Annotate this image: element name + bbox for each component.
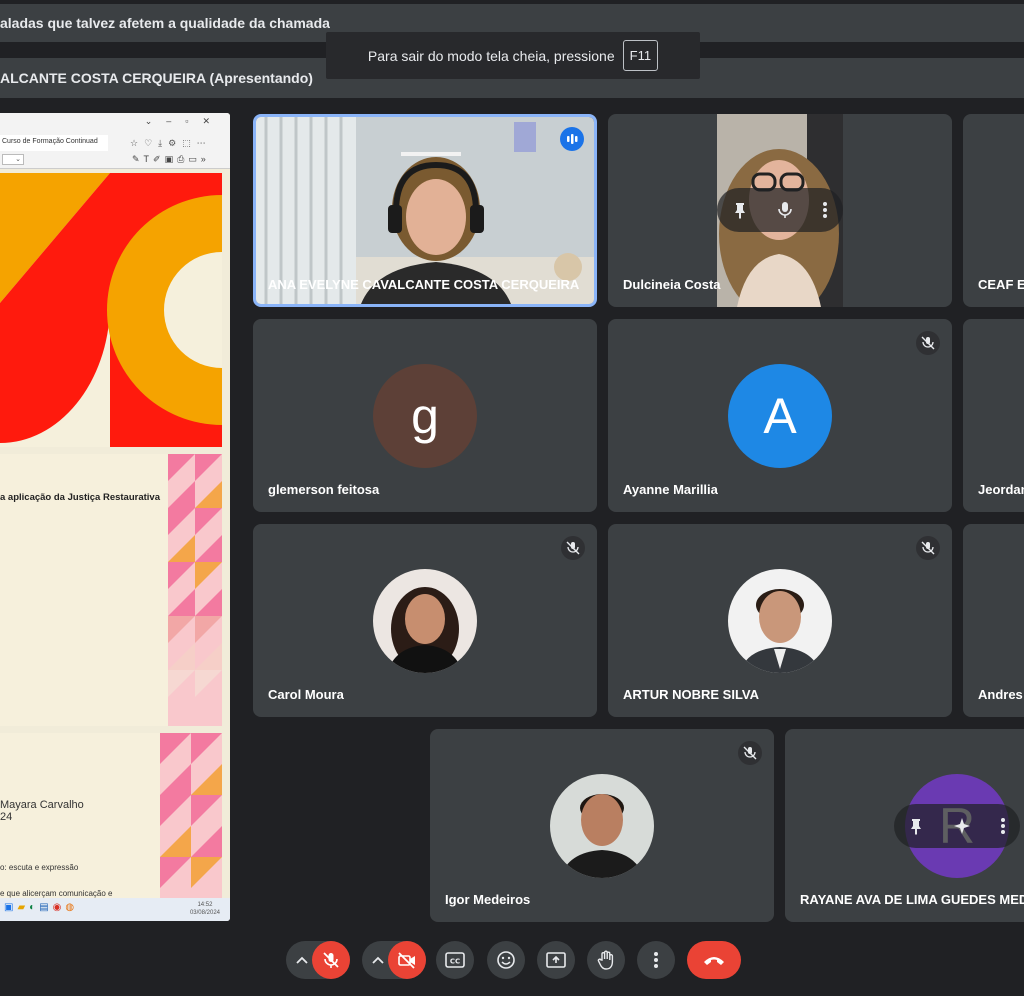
mic-toggle-button[interactable] [312, 941, 350, 979]
participant-tile-ayanne[interactable]: A Ayanne Marillia [608, 319, 952, 512]
browser-icons: ☆♡⤓⚙⬚⋯ [130, 138, 212, 148]
slide-3-line-2: 24 [0, 811, 13, 823]
tile-hover-controls [717, 188, 843, 232]
leave-call-button[interactable] [687, 941, 741, 979]
f11-key: F11 [622, 40, 659, 71]
captions-button[interactable]: CC [436, 941, 474, 979]
participant-name: Andres [978, 687, 1023, 702]
avatar-photo [550, 774, 654, 878]
fullscreen-toast-text: Para sair do modo tela cheia, pressione [367, 47, 615, 64]
participant-tile-dulcineia[interactable]: Dulcineia Costa [608, 114, 952, 307]
slide-1 [0, 173, 222, 447]
pin-icon[interactable] [732, 201, 748, 219]
participant-tile-andres[interactable]: Andres [963, 524, 1024, 717]
slide-3-line-3: o: escuta e expressão [0, 863, 79, 872]
chevron-up-icon [372, 956, 384, 964]
participant-name: Ayanne Marillia [623, 482, 718, 497]
mic-icon[interactable] [778, 201, 792, 219]
fullscreen-toast: Para sair do modo tela cheia, pressione … [326, 32, 700, 79]
participant-name: Jeordan [978, 482, 1024, 497]
avatar-initial: g [411, 388, 439, 444]
slide-2-title: a aplicação da Justiça Restaurativa [0, 492, 160, 503]
slide-1-art [0, 173, 222, 447]
participant-name: CEAF E [978, 277, 1024, 292]
ana-video [256, 117, 594, 304]
participant-name: Igor Medeiros [445, 892, 531, 907]
camera-toggle-button[interactable] [388, 941, 426, 979]
mic-off-icon [916, 331, 940, 355]
mic-off-icon [738, 741, 762, 765]
slide-3-line-4: e que alicerçam comunicação e [0, 889, 113, 898]
raise-hand-button[interactable] [587, 941, 625, 979]
taskbar-icons: ▣▰◐▤◉◍ [4, 902, 79, 913]
present-screen-icon [546, 952, 566, 968]
participant-name: glemerson feitosa [268, 482, 380, 497]
present-button[interactable] [537, 941, 575, 979]
taskbar-time: 14:52 [197, 902, 213, 908]
participant-name: ANA EVELYNE CAVALCANTE COSTA CERQUEIRA [268, 277, 580, 292]
slide-2: a aplicação da Justiça Restaurativa [0, 454, 222, 726]
windows-taskbar: ▣▰◐▤◉◍ 14:52 03/08/2024 [0, 898, 230, 921]
chevron-up-icon [296, 956, 308, 964]
mic-off-icon [323, 952, 339, 968]
videocam-off-icon [398, 952, 415, 969]
slide-3-pattern [160, 733, 222, 898]
participant-tile-carol[interactable]: Carol Moura [253, 524, 597, 717]
raise-hand-icon [597, 950, 614, 970]
participant-tile-ceaf[interactable]: CEAF E [963, 114, 1024, 307]
slide-3-line-1: Mayara Carvalho [0, 799, 84, 811]
call-end-icon [704, 957, 724, 965]
screenshare-panel[interactable]: ⌄–▫✕ Curso de Formação Continuad ☆♡⤓⚙⬚⋯ … [0, 113, 230, 921]
sparkle-effects-icon[interactable] [952, 816, 972, 836]
more-vert-icon[interactable] [822, 201, 828, 219]
participant-tile-artur[interactable]: ARTUR NOBRE SILVA [608, 524, 952, 717]
browser-tab: Curso de Formação Continuad [0, 135, 108, 151]
avatar-photo [728, 569, 832, 673]
mic-off-icon [916, 536, 940, 560]
taskbar-date: 03/08/2024 [189, 910, 220, 916]
participant-name: ARTUR NOBRE SILVA [623, 687, 760, 702]
taskbar-clock: 14:52 03/08/2024 [190, 901, 220, 917]
participant-name: RAYANE AVA DE LIMA GUEDES MED [800, 892, 1024, 907]
avatar: g [373, 364, 477, 468]
reactions-button[interactable] [487, 941, 525, 979]
pdf-tools: ✎T✐▣⎙▭» [132, 154, 210, 164]
audio-level-icon [567, 134, 578, 144]
participant-tile-glemerson[interactable]: g glemerson feitosa [253, 319, 597, 512]
speaking-indicator [560, 127, 584, 151]
participant-name: Carol Moura [268, 687, 344, 702]
participant-tile-igor[interactable]: Igor Medeiros [430, 729, 774, 922]
svg-text:CC: CC [450, 958, 460, 966]
avatar-photo [373, 569, 477, 673]
closed-caption-icon: CC [445, 952, 465, 968]
participant-tile-ana[interactable]: ANA EVELYNE CAVALCANTE COSTA CERQUEIRA [253, 114, 597, 307]
presenting-text: ALCANTE COSTA CERQUEIRA (Apresentando) [0, 70, 313, 86]
pin-icon[interactable] [908, 817, 924, 835]
participant-tile-jeordan[interactable]: Jeordan [963, 319, 1024, 512]
window-controls: ⌄–▫✕ [144, 116, 224, 126]
participant-tile-rayane[interactable]: R RAYANE AVA DE LIMA GUEDES MED [785, 729, 1024, 922]
mic-off-icon [561, 536, 585, 560]
browser-tab-title: Curso de Formação Continuad [2, 138, 98, 145]
tile-hover-controls [894, 804, 1020, 848]
network-warning-text: aladas que talvez afetem a qualidade da … [0, 15, 330, 31]
participant-name: Dulcineia Costa [623, 277, 721, 292]
avatar-initial: A [763, 388, 797, 444]
emoji-icon [497, 951, 515, 969]
slide-2-pattern [168, 454, 222, 726]
pdf-zoom-select: ⌄ [2, 154, 24, 165]
avatar: A [728, 364, 832, 468]
browser-toolbar: ⌄–▫✕ Curso de Formação Continuad ☆♡⤓⚙⬚⋯ … [0, 113, 230, 169]
more-options-button[interactable] [637, 941, 675, 979]
more-vert-icon [654, 952, 658, 968]
slide-3: Mayara Carvalho 24 o: escuta e expressão… [0, 733, 222, 898]
more-vert-icon[interactable] [1000, 817, 1006, 835]
